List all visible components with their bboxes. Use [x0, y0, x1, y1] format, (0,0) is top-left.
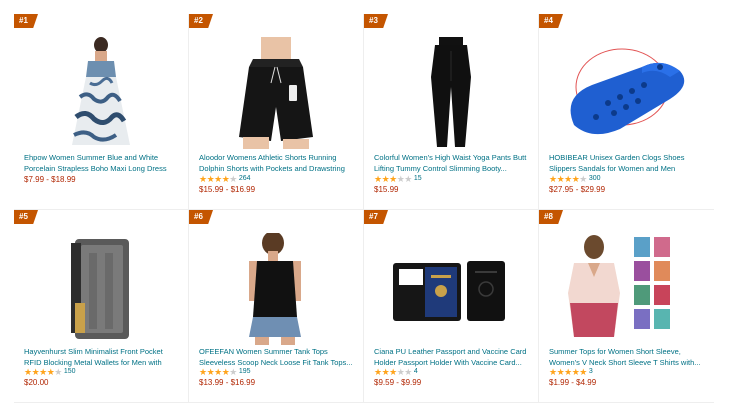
product-title-link[interactable]: Ciana PU Leather Passport and Vaccine Ca… — [374, 346, 530, 368]
review-count[interactable]: 264 — [239, 174, 251, 184]
product-card[interactable]: #2 Aloodor Womens Athletic Shorts Runnin… — [189, 14, 364, 210]
product-card[interactable]: #1 Ehpow Women Summer Blue and White Por… — [14, 14, 189, 210]
product-image[interactable] — [539, 34, 714, 152]
product-price: $15.99 - $16.99 — [199, 185, 256, 194]
product-rating[interactable]: ★★★★★ 4 — [374, 367, 418, 377]
rank-badge: #1 — [14, 14, 38, 28]
rank-badge: #5 — [14, 210, 38, 224]
product-card[interactable]: #6 OFEEFAN Women Summer Tank Tops Sleeve… — [189, 210, 364, 403]
product-rating[interactable]: ★★★★★ 300 — [549, 174, 601, 184]
product-rating[interactable]: ★★★★★ 195 — [199, 367, 251, 377]
star-rating-icon: ★★★★★ — [24, 367, 62, 377]
product-image[interactable] — [189, 230, 363, 348]
star-rating-icon: ★★★★★ — [199, 174, 237, 184]
product-price: $15.99 — [374, 185, 399, 194]
product-image[interactable] — [364, 230, 538, 348]
product-card[interactable]: #7 Ciana PU Leather Passport and Vaccine… — [364, 210, 539, 403]
review-count[interactable]: 15 — [414, 174, 422, 184]
product-card[interactable]: #5 Hayvenhurst Slim Minimalist Front Poc… — [14, 210, 189, 403]
product-title-link[interactable]: Colorful Women's High Waist Yoga Pants B… — [374, 152, 530, 174]
rank-badge: #4 — [539, 14, 563, 28]
product-price: $9.59 - $9.99 — [374, 378, 422, 387]
product-title-link[interactable]: OFEEFAN Women Summer Tank Tops Sleeveles… — [199, 346, 355, 368]
star-rating-icon: ★★★★★ — [549, 174, 587, 184]
product-title-link[interactable]: HOBIBEAR Unisex Garden Clogs Shoes Slipp… — [549, 152, 706, 174]
product-price: $7.99 - $18.99 — [24, 175, 76, 184]
product-rating[interactable]: ★★★★★ 264 — [199, 174, 251, 184]
star-rating-icon: ★★★★★ — [374, 367, 412, 377]
product-price: $13.99 - $16.99 — [199, 378, 256, 387]
star-rating-icon: ★★★★★ — [549, 367, 587, 377]
product-title-link[interactable]: Ehpow Women Summer Blue and White Porcel… — [24, 152, 180, 174]
product-image[interactable] — [364, 34, 538, 152]
product-image[interactable] — [14, 34, 188, 152]
rank-badge: #3 — [364, 14, 388, 28]
product-title-link[interactable]: Aloodor Womens Athletic Shorts Running D… — [199, 152, 355, 174]
product-title-link[interactable]: Hayvenhurst Slim Minimalist Front Pocket… — [24, 346, 180, 368]
product-title-link[interactable]: Summer Tops for Women Short Sleeve, Wome… — [549, 346, 706, 368]
star-rating-icon: ★★★★★ — [199, 367, 237, 377]
product-grid: #1 Ehpow Women Summer Blue and White Por… — [14, 14, 718, 403]
rank-badge: #7 — [364, 210, 388, 224]
product-price: $27.95 - $29.99 — [549, 185, 606, 194]
product-price: $1.99 - $4.99 — [549, 378, 597, 387]
product-card[interactable]: #8 Summer Tops for Women Short Sleeve, W… — [539, 210, 714, 403]
product-card[interactable]: #3 Colorful Women's High Waist Yoga Pant… — [364, 14, 539, 210]
star-rating-icon: ★★★★★ — [374, 174, 412, 184]
product-rating[interactable]: ★★★★★ 150 — [24, 367, 76, 377]
review-count[interactable]: 150 — [64, 367, 76, 377]
product-card[interactable]: #4 HOBIBEAR Unisex Garden Clogs Shoes Sl… — [539, 14, 714, 210]
review-count[interactable]: 3 — [589, 367, 593, 377]
product-image[interactable] — [539, 230, 714, 348]
product-rating[interactable]: ★★★★★ 3 — [549, 367, 593, 377]
rank-badge: #6 — [189, 210, 213, 224]
review-count[interactable]: 300 — [589, 174, 601, 184]
rank-badge: #8 — [539, 210, 563, 224]
review-count[interactable]: 4 — [414, 367, 418, 377]
product-image[interactable] — [189, 34, 363, 152]
product-rating[interactable]: ★★★★★ 15 — [374, 174, 422, 184]
review-count[interactable]: 195 — [239, 367, 251, 377]
product-image[interactable] — [14, 230, 188, 348]
product-price: $20.00 — [24, 378, 49, 387]
rank-badge: #2 — [189, 14, 213, 28]
